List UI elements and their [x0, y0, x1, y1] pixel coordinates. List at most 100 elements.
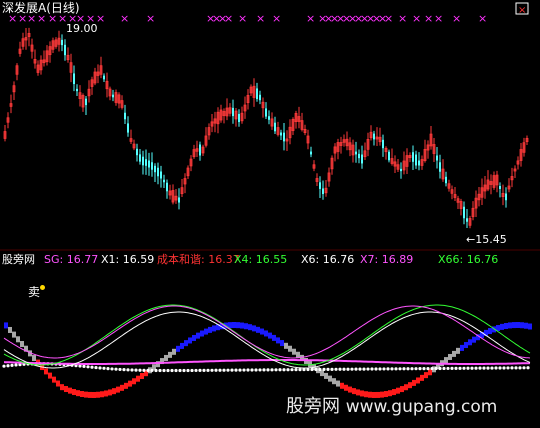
dotted-line-point [198, 368, 202, 372]
dotted-line-point [518, 366, 522, 370]
candle [219, 104, 223, 123]
band-block [428, 369, 432, 376]
dotted-line-point [350, 367, 354, 371]
candle [405, 148, 409, 175]
sell-signal-dot [40, 285, 45, 290]
candle [69, 53, 73, 83]
band-block [72, 389, 76, 396]
band-block [92, 391, 96, 398]
candle [480, 178, 484, 206]
dotted-line-point [402, 367, 406, 371]
candle [76, 84, 78, 96]
band-block [352, 388, 356, 395]
band-block [460, 344, 464, 351]
band-block [268, 332, 272, 339]
dotted-line-point [526, 366, 530, 370]
band-block [320, 370, 324, 377]
candle [327, 167, 331, 187]
candle [466, 208, 468, 228]
dotted-line-point [222, 368, 226, 372]
candlestick-series[interactable] [3, 27, 529, 229]
candle [78, 85, 82, 107]
candle [336, 138, 340, 160]
band-block [128, 380, 132, 387]
indicator-value-6: X66: 16.76 [438, 253, 499, 266]
dotted-line-point [322, 367, 326, 372]
candle [6, 112, 10, 129]
dotted-line-point [130, 368, 134, 372]
candle [280, 129, 282, 140]
band-block [236, 322, 240, 329]
band-block [340, 382, 344, 389]
candle [114, 89, 118, 106]
dotted-line-point [474, 366, 478, 370]
candle [436, 147, 438, 169]
band-block [192, 334, 196, 341]
dotted-line-point [354, 367, 358, 371]
indicator-value-2: 成本和谐: 16.37 [157, 253, 240, 266]
band-block [12, 331, 16, 338]
band-block [52, 376, 56, 383]
candle [145, 149, 147, 175]
candle [333, 143, 337, 162]
band-block [196, 332, 200, 339]
candle [519, 143, 523, 167]
sell-marker: × [238, 12, 247, 25]
candle [73, 65, 75, 92]
dotted-line-point [510, 366, 514, 370]
band-block [488, 328, 492, 335]
dotted-line-point [186, 368, 190, 373]
candle [216, 107, 220, 134]
candle [120, 95, 124, 110]
candle [27, 27, 31, 47]
band-block [44, 368, 48, 375]
candle [348, 137, 352, 157]
high-price-label: 19.00 [66, 22, 98, 35]
dotted-line-point [166, 368, 170, 373]
band-block [188, 337, 192, 344]
dotted-line-point [382, 367, 386, 371]
candle [57, 30, 61, 52]
band-block [180, 342, 184, 349]
candle [243, 96, 247, 119]
dotted-line-point [234, 368, 238, 372]
band-block [208, 326, 212, 333]
sell-marker: × [306, 12, 315, 25]
band-block [452, 350, 456, 357]
band-block [120, 384, 124, 391]
candle [213, 111, 217, 133]
dotted-line-point [298, 368, 302, 372]
candle [112, 89, 114, 102]
sell-marker: × [256, 12, 265, 25]
band-block [100, 391, 104, 398]
candle [330, 155, 334, 175]
candle [66, 47, 70, 63]
band-block [336, 380, 340, 387]
candle [418, 152, 420, 171]
chart-canvas[interactable]: × × × × × × ×× × × × × ×××× × × × × ×××××××××××× × × × × × ×× [0, 0, 540, 428]
candle [142, 150, 144, 175]
band-block [64, 386, 68, 393]
candle [319, 176, 321, 199]
candle [18, 41, 22, 57]
sell-marker: × [424, 12, 433, 25]
band-block [456, 347, 460, 354]
dotted-line-point [378, 367, 382, 371]
candle [39, 55, 43, 75]
candle [30, 38, 34, 59]
candle [21, 32, 25, 50]
dotted-line-point [342, 367, 346, 371]
dotted-line-point [138, 368, 142, 372]
dotted-line-point [122, 368, 126, 372]
dotted-line-point [426, 366, 430, 371]
sell-marker: × [224, 12, 233, 25]
candle [303, 124, 307, 136]
indicator-value-1: X1: 16.59 [101, 253, 155, 266]
band-block [212, 325, 216, 332]
dotted-line-point [246, 368, 250, 372]
candle [189, 155, 193, 172]
candle [366, 132, 370, 157]
dotted-line-point [506, 366, 510, 370]
candle [139, 148, 141, 165]
band-block [424, 372, 428, 379]
